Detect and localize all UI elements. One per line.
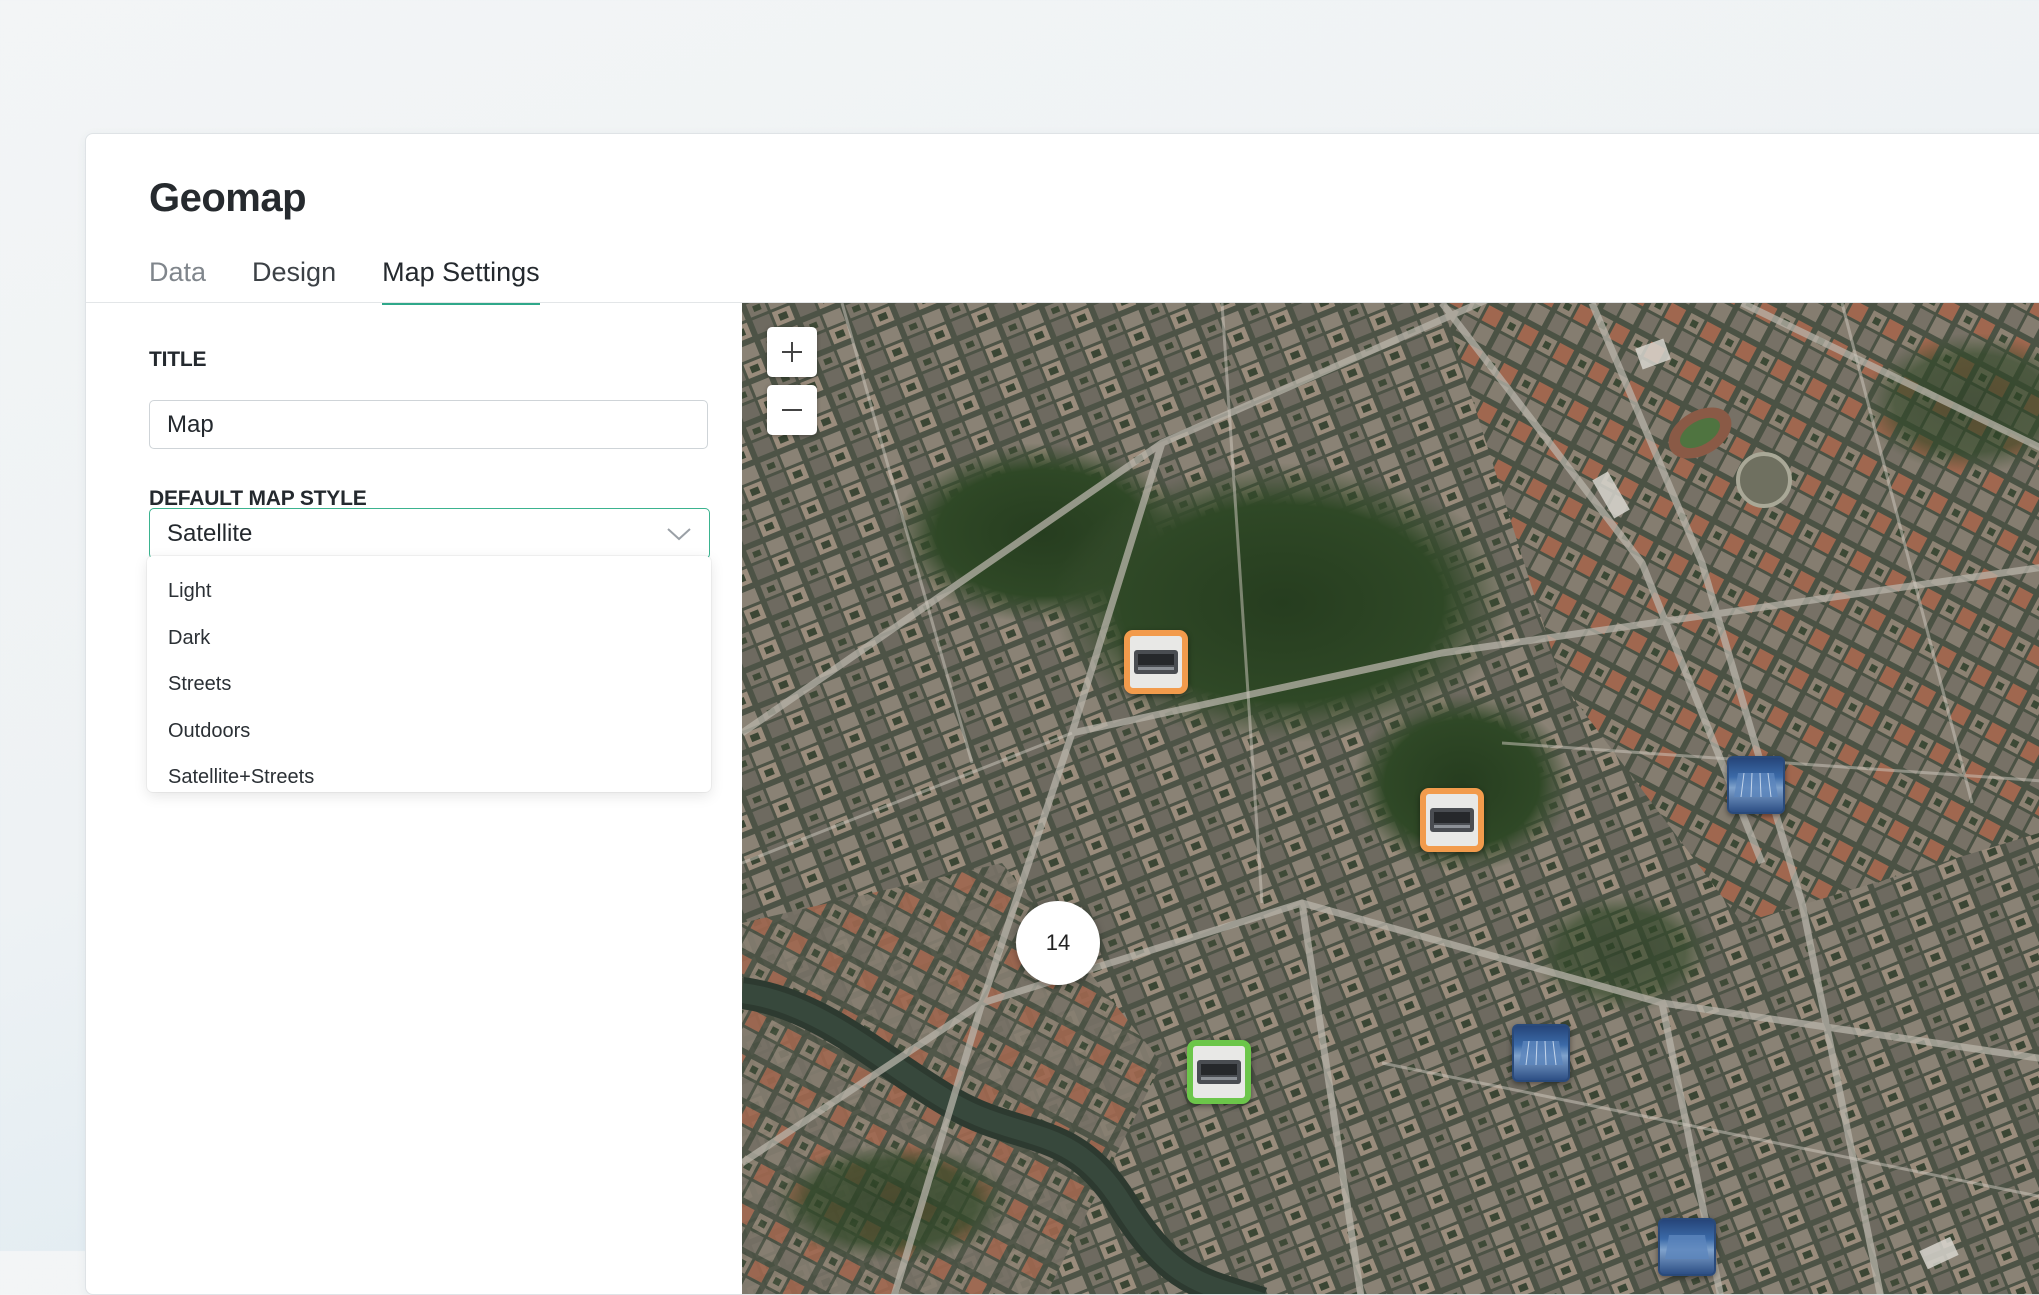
option-streets[interactable]: Streets <box>147 661 711 708</box>
satellite-imagery <box>742 303 2039 1294</box>
zoom-in-button[interactable] <box>767 327 817 377</box>
map-marker-green[interactable] <box>1187 1040 1251 1104</box>
minus-icon <box>782 409 802 411</box>
device-icon <box>1134 650 1178 674</box>
map-marker-blue[interactable] <box>1658 1218 1716 1276</box>
title-input[interactable] <box>149 400 708 449</box>
map-style-dropdown: Light Dark Streets Outdoors Satellite+St… <box>147 556 711 792</box>
marker-cluster[interactable]: 14 <box>1016 901 1100 985</box>
tab-map-settings[interactable]: Map Settings <box>382 254 540 305</box>
device-icon <box>1197 1060 1241 1084</box>
map-style-select[interactable]: Satellite <box>149 508 710 559</box>
tab-design[interactable]: Design <box>252 254 336 305</box>
device-icon <box>1430 808 1474 832</box>
chevron-down-icon <box>667 527 691 540</box>
option-outdoors[interactable]: Outdoors <box>147 708 711 755</box>
solar-panel-icon <box>1665 1235 1709 1259</box>
tab-data[interactable]: Data <box>149 254 206 305</box>
settings-panel: TITLE DEFAULT MAP STYLE Satellite Light … <box>86 303 742 1294</box>
title-label: TITLE <box>149 348 207 371</box>
solar-panel-icon <box>1734 772 1778 798</box>
option-satellite-streets[interactable]: Satellite+Streets <box>147 754 711 801</box>
map-marker-blue[interactable] <box>1727 756 1785 814</box>
plus-icon <box>782 342 802 362</box>
map-marker-orange[interactable] <box>1420 788 1484 852</box>
map-style-value: Satellite <box>167 519 253 547</box>
zoom-out-button[interactable] <box>767 385 817 435</box>
map-view[interactable]: 14 <box>742 303 2039 1294</box>
card-title: Geomap <box>149 176 307 220</box>
option-dark[interactable]: Dark <box>147 615 711 662</box>
option-light[interactable]: Light <box>147 568 711 615</box>
solar-panel-icon <box>1519 1040 1563 1066</box>
tab-bar: Data Design Map Settings <box>149 254 540 305</box>
map-marker-blue[interactable] <box>1512 1024 1570 1082</box>
geomap-card: Geomap Data Design Map Settings TITLE DE… <box>85 133 2039 1295</box>
map-marker-orange[interactable] <box>1124 630 1188 694</box>
